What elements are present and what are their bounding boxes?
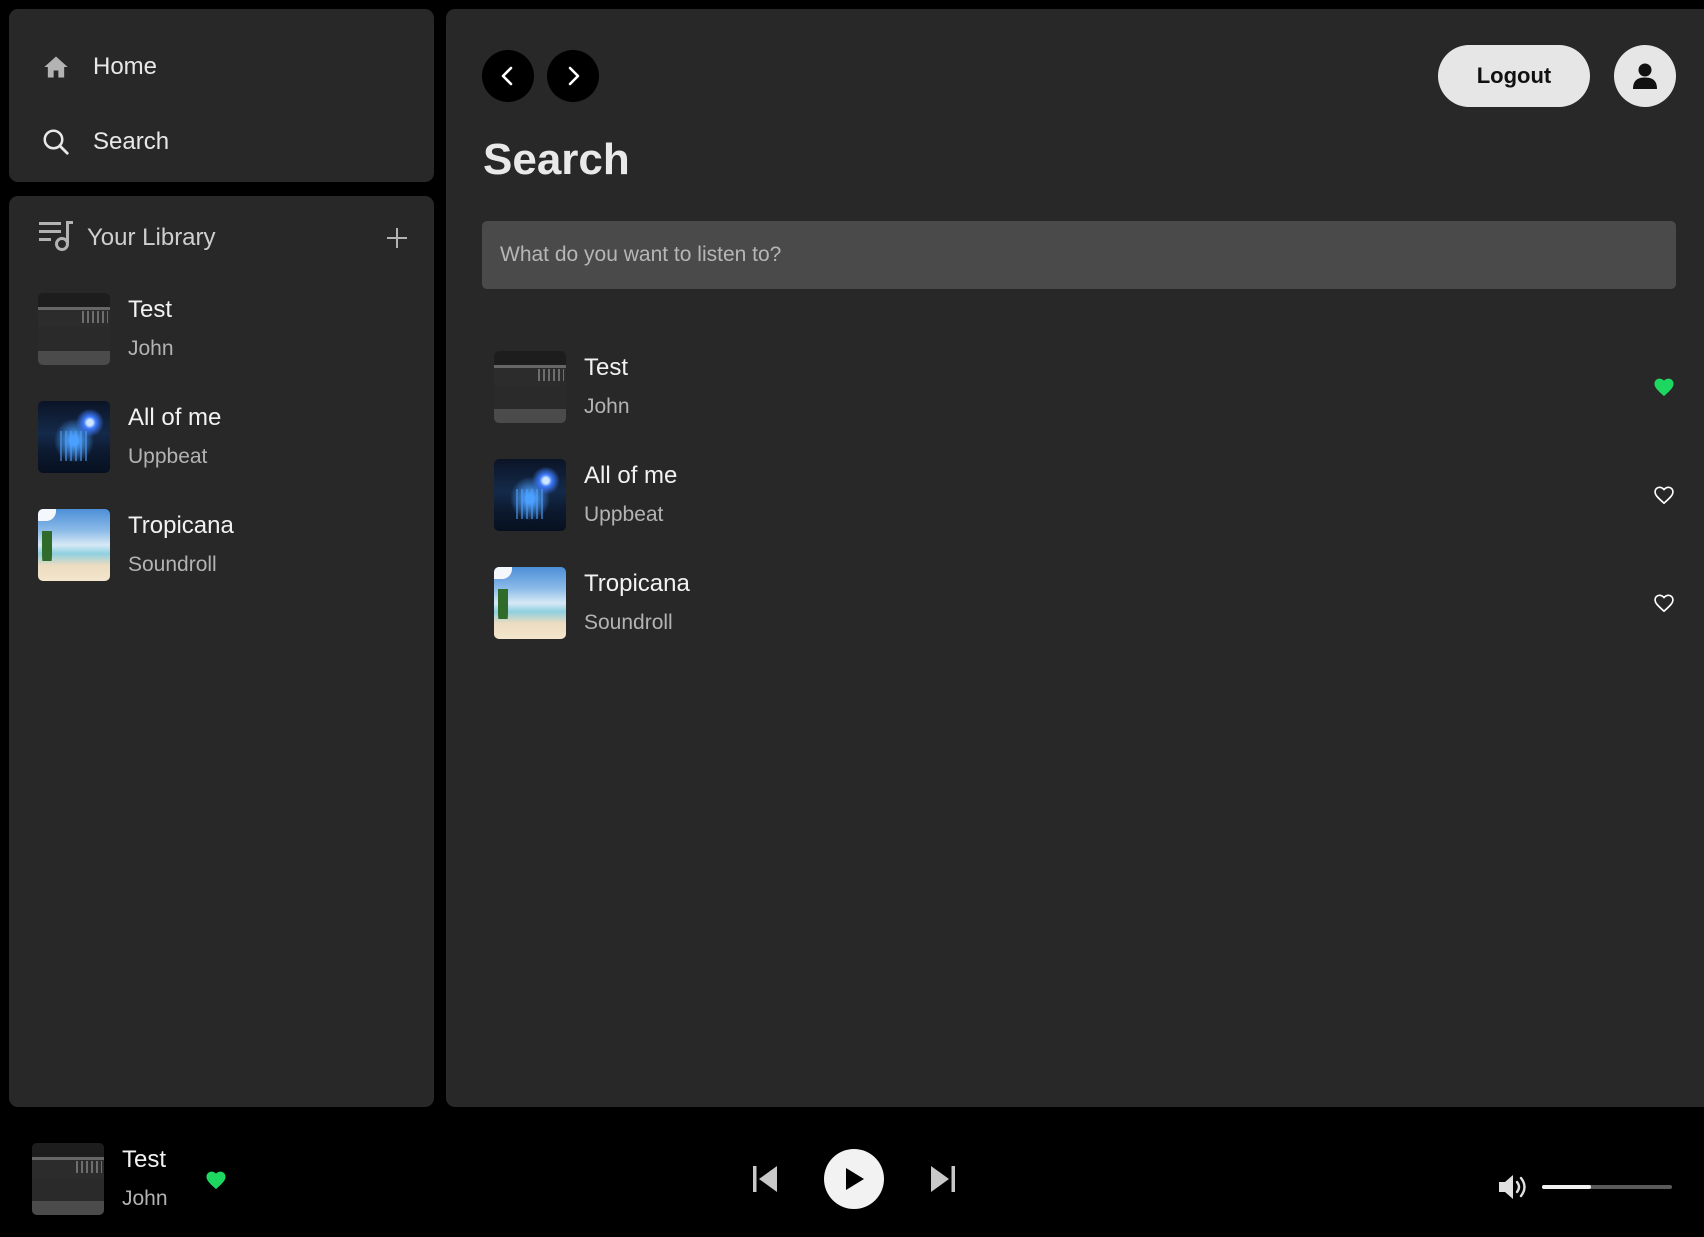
page-title: Search	[483, 135, 630, 184]
logout-button[interactable]: Logout	[1438, 45, 1590, 107]
previous-button[interactable]	[748, 1162, 782, 1196]
sidebar-item-label: Search	[93, 128, 170, 155]
track-artist: Uppbeat	[584, 503, 664, 526]
list-item[interactable]: Test John	[38, 293, 418, 365]
list-item[interactable]: All of me Uppbeat	[38, 401, 418, 473]
album-cover	[494, 567, 566, 639]
library-panel: Your Library Test John All of me Uppbeat	[9, 196, 434, 1107]
result-row[interactable]: Test John	[494, 351, 1676, 423]
player-bar: Test John	[0, 1107, 1704, 1237]
sidebar-item-home[interactable]: Home	[39, 47, 157, 87]
library-icon[interactable]	[39, 220, 73, 257]
heart-filled-icon[interactable]	[204, 1168, 228, 1192]
library-list: Test John All of me Uppbeat Tropicana So…	[38, 293, 418, 617]
now-playing-cover	[32, 1143, 104, 1215]
add-playlist-button[interactable]	[381, 222, 413, 254]
play-button[interactable]	[824, 1149, 884, 1209]
volume-slider-fill	[1542, 1185, 1592, 1189]
volume-slider[interactable]	[1542, 1185, 1672, 1189]
track-title: Tropicana	[128, 512, 234, 539]
result-row[interactable]: All of me Uppbeat	[494, 459, 1676, 531]
album-cover	[38, 293, 110, 365]
search-input[interactable]	[482, 221, 1676, 289]
home-icon	[39, 50, 73, 84]
track-title: Test	[128, 296, 173, 323]
heart-outline-icon[interactable]	[1652, 483, 1676, 507]
track-artist: Soundroll	[584, 611, 673, 634]
skip-previous-icon	[753, 1166, 777, 1192]
search-icon	[39, 125, 73, 159]
album-cover	[494, 459, 566, 531]
next-button[interactable]	[926, 1162, 960, 1196]
plus-icon	[387, 228, 407, 248]
heart-filled-icon[interactable]	[1652, 375, 1676, 399]
track-artist: John	[128, 337, 174, 360]
track-title: Tropicana	[584, 570, 690, 597]
chevron-left-icon	[501, 66, 513, 86]
sidebar-item-search[interactable]: Search	[39, 122, 169, 162]
result-row[interactable]: Tropicana Soundroll	[494, 567, 1676, 639]
library-header: Your Library	[39, 218, 413, 258]
skip-next-icon	[931, 1166, 955, 1192]
list-item[interactable]: Tropicana Soundroll	[38, 509, 418, 581]
album-cover	[38, 509, 110, 581]
track-title: All of me	[584, 462, 678, 489]
app-root: Home Search Your Library Test John All o…	[0, 0, 1704, 1237]
now-playing-title: Test	[122, 1146, 167, 1173]
main-content: Logout Search Test John	[446, 9, 1704, 1107]
now-playing-artist: John	[122, 1187, 168, 1210]
sidebar-nav: Home Search	[9, 9, 434, 182]
volume-icon[interactable]	[1496, 1171, 1532, 1203]
back-button[interactable]	[482, 50, 534, 102]
search-results: Test John All of me Uppbeat Tropicana So…	[494, 351, 1676, 675]
library-title: Your Library	[87, 224, 216, 251]
track-title: All of me	[128, 404, 222, 431]
profile-button[interactable]	[1614, 45, 1676, 107]
forward-button[interactable]	[547, 50, 599, 102]
volume-control	[1496, 1171, 1672, 1203]
playback-controls	[748, 1149, 960, 1209]
now-playing: Test John	[32, 1143, 168, 1215]
track-artist: Soundroll	[128, 553, 217, 576]
album-cover	[38, 401, 110, 473]
track-artist: Uppbeat	[128, 445, 208, 468]
heart-outline-icon[interactable]	[1652, 591, 1676, 615]
play-icon	[846, 1168, 864, 1190]
user-icon	[1633, 63, 1657, 89]
track-title: Test	[584, 354, 629, 381]
album-cover	[494, 351, 566, 423]
history-nav	[482, 50, 599, 102]
sidebar-item-label: Home	[93, 53, 158, 80]
track-artist: John	[584, 395, 630, 418]
chevron-right-icon	[568, 66, 580, 86]
